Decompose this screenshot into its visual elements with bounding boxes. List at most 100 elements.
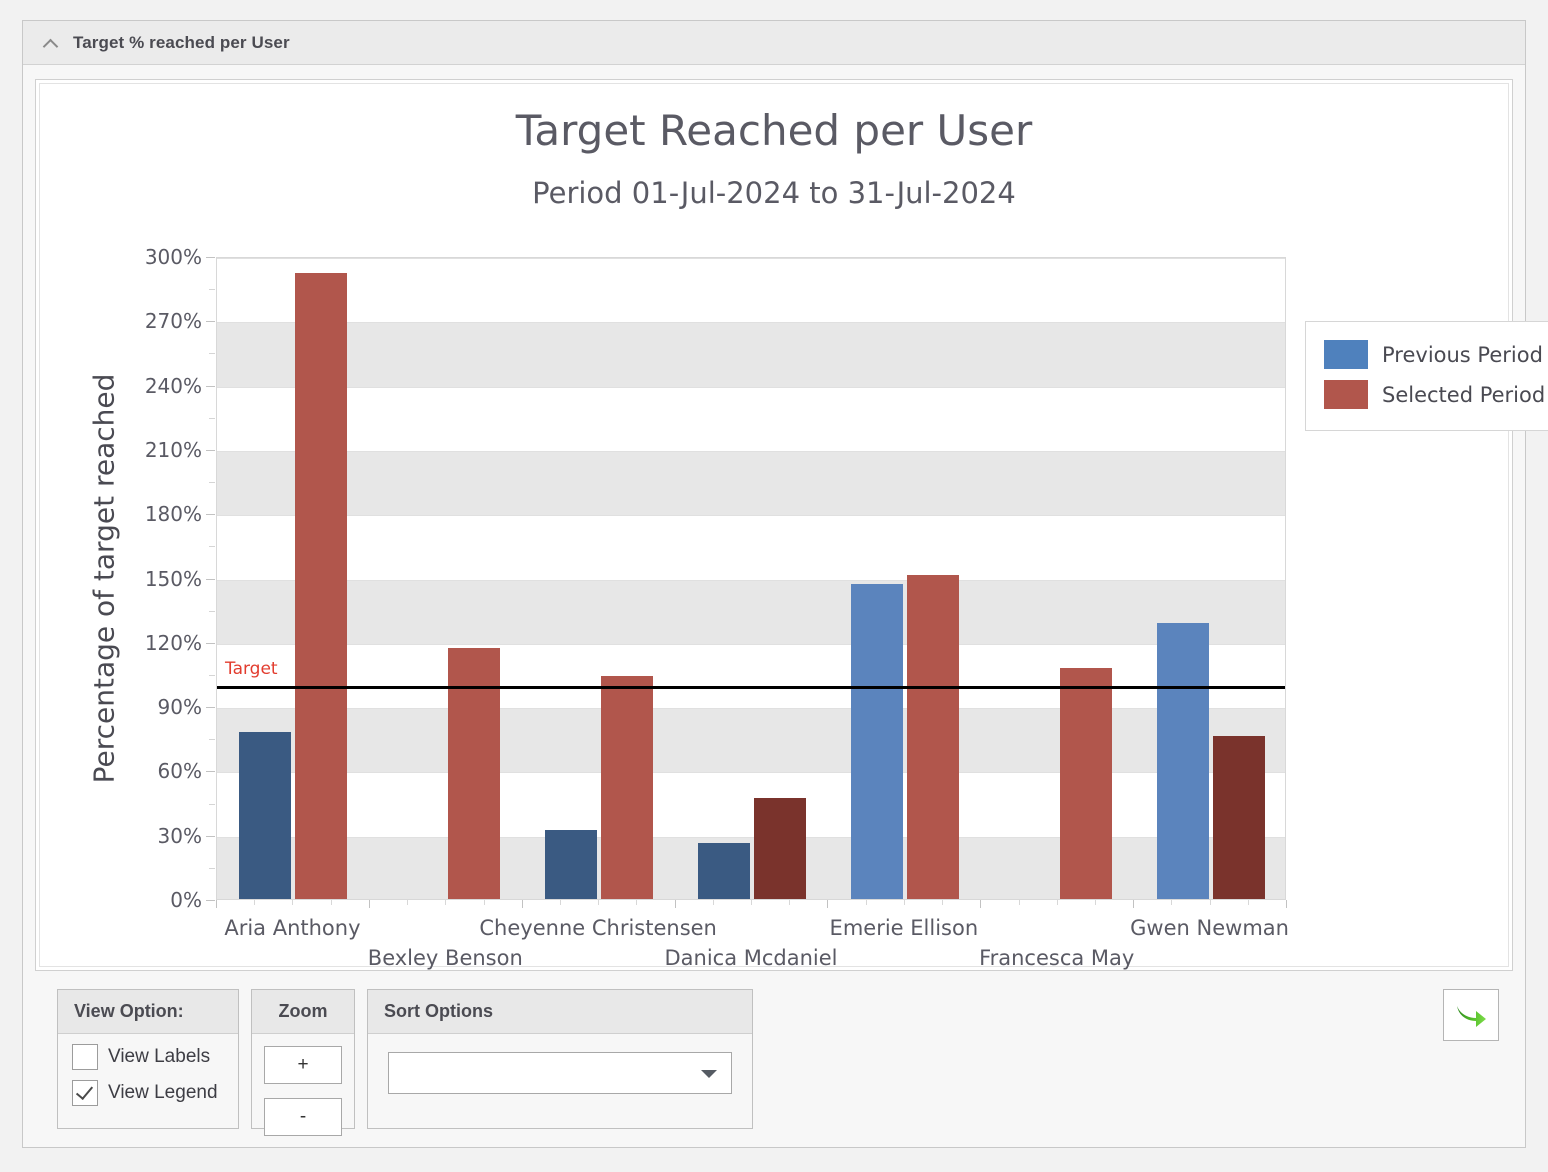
bar-previous-period — [239, 731, 292, 899]
bar-selected-period — [1212, 736, 1265, 899]
x-axis-minor-tick — [254, 900, 256, 905]
y-axis-tick-mark — [206, 385, 215, 387]
bar-selected-period — [906, 575, 959, 899]
legend-swatch — [1324, 340, 1368, 369]
zoom-group: Zoom + - — [251, 989, 355, 1136]
x-axis-minor-tick — [407, 900, 409, 905]
x-axis-category-label: Danica Mcdaniel — [664, 946, 838, 970]
y-axis-minor-tick — [209, 289, 215, 291]
y-axis-minor-tick — [209, 610, 215, 612]
chevron-down-icon — [701, 1070, 717, 1078]
x-axis-category-label: Aria Anthony — [224, 916, 361, 940]
x-axis-minor-tick — [1018, 900, 1020, 905]
bar-selected-period — [1059, 667, 1112, 899]
bar-previous-period — [545, 830, 598, 899]
y-axis-tick-label: 120% — [144, 630, 202, 655]
y-axis-tick-mark — [206, 771, 215, 773]
y-axis-minor-tick — [209, 353, 215, 355]
y-axis-tick-mark — [206, 321, 215, 323]
chart-card: Target Reached per User Period 01-Jul-20… — [35, 79, 1548, 971]
y-axis-tick-label: 150% — [144, 566, 202, 591]
x-axis-tick-mark — [1133, 900, 1135, 908]
y-axis-minor-tick — [209, 546, 215, 548]
view-options-header: View Option: — [58, 990, 238, 1034]
x-axis-tick-mark — [827, 900, 829, 908]
plot-area: Target — [216, 257, 1286, 900]
plot-wrapper: Target — [216, 257, 1286, 900]
view-labels-row[interactable]: View Labels — [72, 1044, 238, 1070]
y-axis-tick-mark — [206, 900, 215, 901]
x-axis-minor-tick — [751, 900, 752, 905]
y-axis-minor-tick — [209, 482, 215, 484]
view-options-group: View Option: View Labels View Legend — [57, 989, 239, 1129]
panel-title: Target % reached per User — [73, 32, 290, 52]
y-axis-tick-label: 240% — [144, 373, 202, 398]
x-axis-tick-mark — [980, 900, 982, 908]
x-axis-minor-tick — [559, 900, 561, 905]
y-axis-tick-mark — [206, 449, 215, 451]
x-axis-minor-tick — [789, 900, 791, 905]
y-axis-tick-mark — [206, 257, 215, 258]
view-legend-row[interactable]: View Legend — [72, 1080, 238, 1106]
y-axis-tick-label: 300% — [144, 245, 202, 269]
zoom-in-button[interactable]: + — [264, 1046, 342, 1084]
x-axis-tick-mark — [521, 900, 523, 908]
zoom-title: Zoom — [278, 1001, 328, 1021]
x-axis-minor-tick — [636, 900, 638, 905]
y-axis-tick-mark — [206, 514, 215, 516]
sort-options-title: Sort Options — [384, 1001, 493, 1021]
y-axis-minor-tick — [209, 803, 215, 805]
x-axis-minor-tick — [445, 900, 447, 905]
sort-options-header: Sort Options — [368, 990, 752, 1034]
y-axis-minor-tick — [209, 674, 215, 676]
x-axis-category-label: Emerie Ellison — [829, 916, 979, 940]
bar-series-layer — [217, 258, 1285, 899]
bar-selected-period — [754, 798, 806, 899]
x-axis-tick-mark — [216, 900, 217, 908]
x-axis-minor-tick — [1209, 900, 1211, 905]
x-axis-minor-tick — [1171, 900, 1173, 905]
bar-selected-period — [601, 676, 654, 899]
sort-options-dropdown[interactable] — [388, 1052, 732, 1094]
view-labels-checkbox[interactable] — [72, 1044, 98, 1070]
apply-action-button[interactable] — [1443, 989, 1499, 1041]
x-axis-minor-tick — [483, 900, 485, 905]
y-axis-tick-mark — [206, 578, 215, 580]
y-axis-minor-tick — [209, 417, 215, 419]
chevron-up-icon[interactable] — [41, 32, 63, 54]
x-axis-minor-tick — [942, 900, 944, 905]
x-axis-tick-mark — [674, 900, 676, 908]
y-axis-tick-label: 180% — [144, 502, 202, 527]
panel-header: Target % reached per User — [23, 21, 1525, 65]
legend-label: Previous Period — [1382, 342, 1543, 367]
y-axis-minor-tick — [209, 739, 215, 741]
x-axis-category-label: Francesca May — [979, 946, 1135, 970]
view-labels-label: View Labels — [108, 1046, 211, 1067]
x-axis-minor-tick — [1056, 900, 1058, 905]
green-arrow-right-icon — [1457, 1006, 1486, 1027]
x-axis-category-label: Cheyenne Christensen — [479, 916, 717, 940]
x-axis-category-label: Gwen Newman — [1130, 916, 1289, 940]
x-axis-category-label: Bexley Benson — [367, 946, 523, 970]
y-axis-tick-mark — [206, 642, 215, 644]
view-options-title: View Option: — [74, 1001, 184, 1021]
view-legend-label: View Legend — [108, 1082, 218, 1103]
legend-swatch — [1324, 380, 1368, 409]
legend-label: Selected Period — [1382, 382, 1546, 407]
y-axis-tick-label: 0% — [170, 888, 202, 912]
x-axis-minor-tick — [903, 900, 905, 905]
y-axis-tick-label: 60% — [157, 759, 202, 784]
legend-item-selected-period: Selected Period — [1324, 380, 1545, 409]
y-axis-minor-tick — [209, 867, 215, 869]
y-axis-tick-mark — [206, 835, 215, 837]
bar-selected-period — [295, 273, 348, 899]
y-axis-tick-label: 90% — [157, 695, 202, 720]
view-legend-checkbox[interactable] — [72, 1080, 98, 1106]
x-axis-minor-tick — [1247, 900, 1249, 905]
chart-title: Target Reached per User — [515, 106, 1033, 155]
zoom-out-button[interactable]: - — [264, 1098, 342, 1136]
app-root: Target % reached per User Target Reached… — [0, 0, 1548, 1172]
target-reference-label: Target — [225, 658, 278, 679]
x-axis-minor-tick — [1094, 900, 1096, 905]
x-axis-minor-tick — [712, 900, 714, 905]
